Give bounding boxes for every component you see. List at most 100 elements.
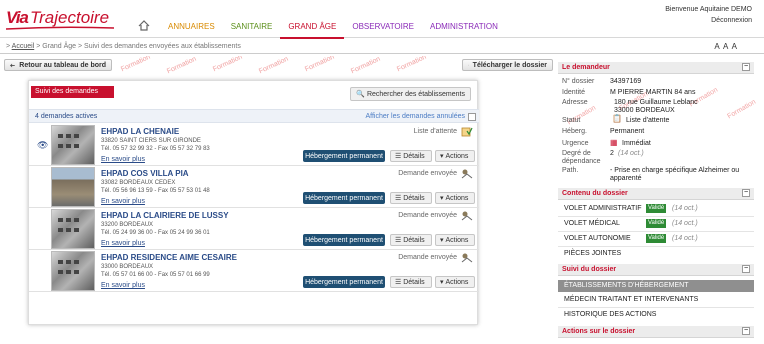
field-value: 34397169: [610, 78, 642, 85]
collapse-icon[interactable]: −: [742, 63, 750, 71]
watermark: Formation: [726, 98, 758, 121]
hebergement-permanent-button[interactable]: Hébergement permanent: [303, 192, 385, 204]
volet-autonomie[interactable]: VOLET AUTONOMIE: [564, 235, 631, 242]
count-bar: 4 demandes actives Afficher les demandes…: [29, 109, 479, 123]
address-line: 33820 SAINT CIERS SUR GIRONDE: [101, 138, 201, 144]
details-button[interactable]: ☰ Détails: [390, 234, 432, 246]
breadcrumb-bar: > Accueil > Grand Âge > Suivi des demand…: [0, 40, 764, 54]
field-value: M PIERRE MARTIN 84 ans: [610, 89, 696, 96]
logo-main: Trajectoire: [30, 8, 110, 27]
demandeur-section-header[interactable]: Le demandeur −: [558, 62, 754, 74]
collapse-icon[interactable]: −: [742, 265, 750, 273]
logout-link[interactable]: Déconnexion: [665, 15, 752, 26]
validated-date: (14 oct.): [672, 235, 698, 242]
breadcrumb-separator: >: [6, 43, 11, 50]
hebergement-permanent-button[interactable]: Hébergement permanent: [303, 276, 385, 288]
ehpad-address: 33820 SAINT CIERS SUR GIRONDE Tél. 05 57…: [101, 137, 210, 153]
volet-administratif[interactable]: VOLET ADMINISTRATIF: [564, 205, 642, 212]
home-icon[interactable]: [138, 20, 150, 31]
more-info-link[interactable]: En savoir plus: [101, 156, 145, 163]
viatrajectoire-logo[interactable]: Via Trajectoire: [6, 6, 116, 30]
download-dossier-button[interactable]: Télécharger le dossier: [462, 59, 553, 71]
field-label: Statut: [562, 117, 581, 124]
hebergement-permanent-button[interactable]: Hébergement permanent: [303, 234, 385, 246]
nav-grand-age[interactable]: GRAND ÂGE: [280, 18, 345, 39]
address-line: 33082 BORDEAUX CEDEX: [101, 180, 176, 186]
field-label: Héberg.: [562, 128, 587, 135]
nav-annuaires[interactable]: ANNUAIRES: [160, 18, 223, 39]
eye-icon[interactable]: 👁: [37, 140, 48, 151]
ehpad-name[interactable]: EHPAD RESIDENCE AIME CESAIRE: [101, 253, 237, 262]
watermark-strip: Formation Formation Formation Formation …: [118, 56, 458, 78]
suivi-etablissements[interactable]: ÉTABLISSEMENTS D'HÉBERGEMENT: [558, 280, 754, 292]
nav-sanitaire[interactable]: SANITAIRE: [223, 18, 281, 39]
watermark: Formation: [119, 56, 152, 74]
show-cancelled-checkbox[interactable]: [468, 113, 476, 121]
ehpad-name[interactable]: EHPAD LA CLAIRIERE DE LUSSY: [101, 211, 229, 220]
ehpad-name[interactable]: EHPAD COS VILLA PIA: [101, 169, 189, 178]
volet-medical[interactable]: VOLET MÉDICAL: [564, 220, 620, 227]
building-photo: [51, 167, 95, 207]
ehpad-address: 33200 BORDEAUX Tél. 05 24 99 36 00 - Fax…: [101, 221, 210, 237]
watermark: Formation: [349, 56, 382, 76]
more-info-link[interactable]: En savoir plus: [101, 240, 145, 247]
divider: [558, 231, 754, 232]
nav-observatoire[interactable]: OBSERVATOIRE: [344, 18, 422, 39]
contenu-section-header[interactable]: Contenu du dossier −: [558, 188, 754, 200]
ehpad-row: EHPAD RESIDENCE AIME CESAIRE 33000 BORDE…: [29, 250, 479, 292]
address-line: 33200 BORDEAUX: [101, 222, 154, 228]
phone-line: Tél. 05 57 32 99 32 - Fax 05 57 32 79 83: [101, 146, 210, 152]
suivi-section-header[interactable]: Suivi du dossier −: [558, 264, 754, 276]
ehpad-row: EHPAD LA CLAIRIERE DE LUSSY 33200 BORDEA…: [29, 208, 479, 250]
details-button[interactable]: ☰ Détails: [390, 150, 432, 162]
field-value: 33000 BORDEAUX: [614, 107, 675, 114]
validated-date: (14 oct.): [672, 205, 698, 212]
actions-label: Actions: [445, 236, 469, 244]
ehpad-name[interactable]: EHPAD LA CHENAIE: [101, 127, 179, 136]
more-info-link[interactable]: En savoir plus: [101, 282, 145, 289]
field-value: Liste d'attente: [626, 117, 670, 124]
phone-line: Tél. 05 24 99 36 00 - Fax 05 24 99 36 01: [101, 230, 210, 236]
building-photo: [51, 125, 95, 165]
field-label: N° dossier: [562, 78, 595, 85]
actions-button[interactable]: ▾ Actions: [435, 192, 475, 204]
field-value: Immédiat: [622, 140, 651, 147]
phone-line: Tél. 05 57 01 66 00 - Fax 05 57 01 66 99: [101, 272, 210, 278]
list-icon: ☰: [395, 279, 404, 286]
arrow-left-icon: [10, 63, 15, 67]
main-content: Retour au tableau de bord Formation Form…: [0, 56, 556, 344]
actions-label: Actions: [445, 152, 469, 160]
details-button[interactable]: ☰ Détails: [390, 192, 432, 204]
nav-administration[interactable]: ADMINISTRATION: [422, 18, 506, 39]
more-info-link[interactable]: En savoir plus: [101, 198, 145, 205]
field-value: - Prise en charge spécifique Alzheimer o…: [610, 167, 740, 174]
search-establishments-button[interactable]: 🔍 Rechercher des établissements: [350, 87, 471, 101]
actions-button[interactable]: ▾ Actions: [435, 276, 475, 288]
suivi-tab[interactable]: Suivi des demandes: [31, 86, 114, 98]
collapse-icon[interactable]: −: [742, 189, 750, 197]
actions-button[interactable]: ▾ Actions: [435, 150, 475, 162]
building-photo: [51, 209, 95, 249]
search-icon: 🔍: [356, 91, 365, 98]
suivi-historique[interactable]: HISTORIQUE DES ACTIONS: [558, 309, 754, 321]
actions-button[interactable]: ▾ Actions: [435, 234, 475, 246]
breadcrumb-home-link[interactable]: Accueil: [12, 43, 35, 50]
hebergement-permanent-button[interactable]: Hébergement permanent: [303, 150, 385, 162]
pieces-jointes[interactable]: PIÈCES JOINTES: [564, 250, 621, 257]
ehpad-address: 33000 BORDEAUX Tél. 05 57 01 66 00 - Fax…: [101, 263, 210, 279]
back-to-dashboard-button[interactable]: Retour au tableau de bord: [4, 59, 112, 71]
field-label: Degré de dépendance: [562, 150, 601, 165]
font-size-controls[interactable]: A A A: [714, 42, 738, 51]
active-count: 4 demandes actives: [35, 113, 98, 120]
validated-badge: Validé: [646, 204, 667, 213]
watermark: Formation: [257, 56, 290, 76]
divider: [558, 216, 754, 217]
logo-prefix: Via: [6, 8, 29, 27]
section-title: Contenu du dossier: [562, 190, 628, 197]
waitlist-icon: [461, 127, 473, 137]
actions-section-header[interactable]: Actions sur le dossier −: [558, 326, 754, 338]
details-button[interactable]: ☰ Détails: [390, 276, 432, 288]
suivi-medecin[interactable]: MÉDECIN TRAITANT ET INTERVENANTS: [558, 294, 754, 306]
show-cancelled-link[interactable]: Afficher les demandes annulées: [366, 113, 466, 120]
collapse-icon[interactable]: −: [742, 327, 750, 335]
